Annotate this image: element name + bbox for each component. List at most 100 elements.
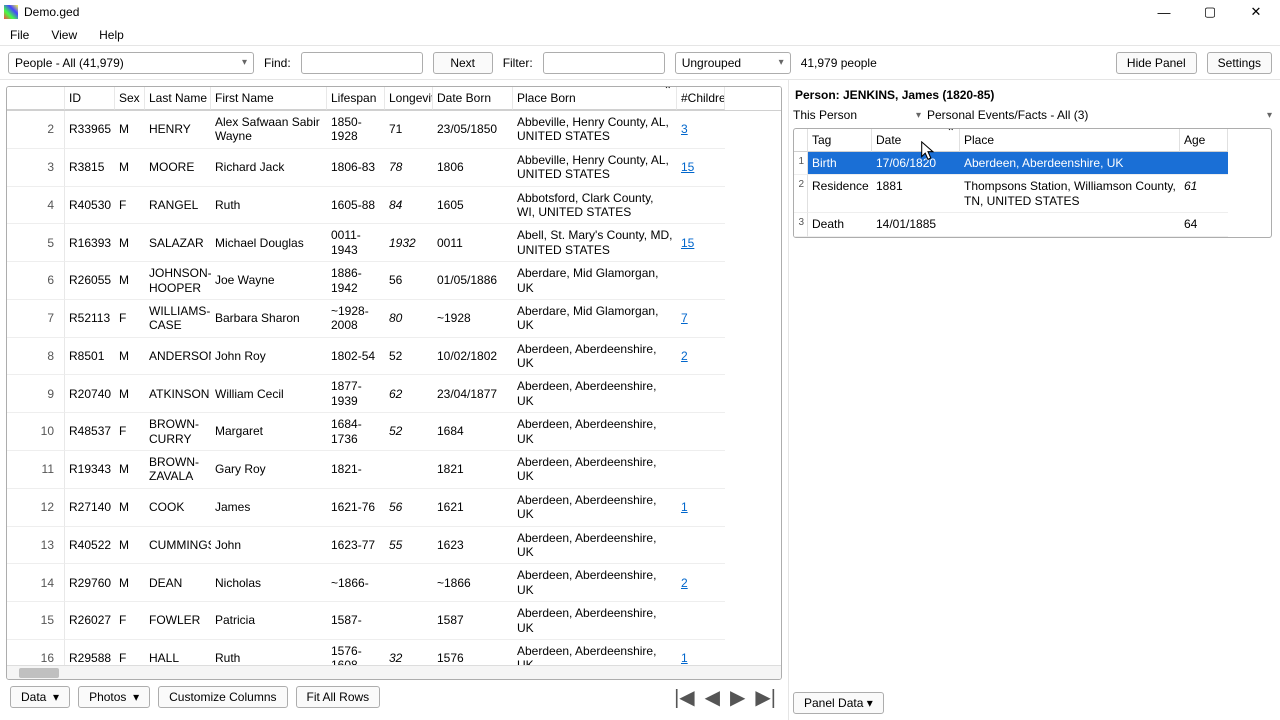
cell: 14/01/1885 <box>872 213 960 236</box>
event-row[interactable]: 2Residence1881Thompsons Station, William… <box>794 175 1271 213</box>
first-record-button[interactable]: |◀ <box>672 685 697 710</box>
table-row[interactable]: 13R40522MCUMMINGSJohn1623-77551623Aberde… <box>7 527 781 565</box>
cell <box>960 213 1180 236</box>
table-row[interactable]: 15R26027FFOWLERPatricia1587-1587Aberdeen… <box>7 602 781 640</box>
chevron-down-icon: ▾ <box>916 110 921 121</box>
data-dropdown[interactable]: Data ▾ <box>10 686 70 708</box>
table-row[interactable]: 2R33965MHENRYAlex Safwaan Sabir Wayne185… <box>7 111 781 149</box>
events-grid-header[interactable]: TagDatePlaceAge <box>794 129 1271 152</box>
find-input[interactable] <box>301 52 423 74</box>
events-grid[interactable]: TagDatePlaceAge 1Birth17/06/1820Aberdeen… <box>793 128 1272 238</box>
cell: Aberdeen, Aberdeenshire, UK <box>960 152 1180 175</box>
column-header[interactable]: Date <box>872 129 960 152</box>
cell: F <box>115 413 145 451</box>
table-row[interactable]: 11R19343MBROWN-ZAVALAGary Roy1821-1821Ab… <box>7 451 781 489</box>
people-filter-combo[interactable]: People - All (41,979) ▾ <box>8 52 254 74</box>
children-link[interactable]: 2 <box>677 564 725 602</box>
hide-panel-button[interactable]: Hide Panel <box>1116 52 1197 74</box>
events-grid-body[interactable]: 1Birth17/06/1820Aberdeen, Aberdeenshire,… <box>794 152 1271 237</box>
event-filter-combo[interactable]: Personal Events/Facts - All (3) ▾ <box>927 108 1272 122</box>
customize-columns-button[interactable]: Customize Columns <box>158 686 287 708</box>
last-record-button[interactable]: ▶| <box>753 685 778 710</box>
cell: Nicholas <box>211 564 327 602</box>
cell: 1932 <box>385 224 433 262</box>
fit-all-rows-button[interactable]: Fit All Rows <box>296 686 381 708</box>
column-header[interactable]: Place <box>960 129 1180 152</box>
cell: Thompsons Station, Williamson County, TN… <box>960 175 1180 213</box>
column-header[interactable]: Tag <box>808 129 872 152</box>
prev-record-button[interactable]: ◀ <box>703 685 722 710</box>
grouping-combo[interactable]: Ungrouped ▾ <box>675 52 791 74</box>
column-header[interactable]: Last Name <box>145 87 211 110</box>
menu-help[interactable]: Help <box>95 26 128 44</box>
people-grid[interactable]: IDSexLast NameFirst NameLifespanLongevit… <box>6 86 782 680</box>
minimize-button[interactable]: ― <box>1150 2 1178 22</box>
cell: 78 <box>385 149 433 187</box>
table-row[interactable]: 8R8501MANDERSONJohn Roy1802-545210/02/18… <box>7 338 781 376</box>
table-row[interactable]: 10R48537FBROWN-CURRYMargaret1684-1736521… <box>7 413 781 451</box>
event-row[interactable]: 1Birth17/06/1820Aberdeen, Aberdeenshire,… <box>794 152 1271 175</box>
children-link[interactable]: 15 <box>677 224 725 262</box>
column-header[interactable]: ID <box>65 87 115 110</box>
cell: William Cecil <box>211 375 327 413</box>
table-row[interactable]: 5R16393MSALAZARMichael Douglas0011-19431… <box>7 224 781 262</box>
maximize-button[interactable]: ▢ <box>1196 2 1224 22</box>
cell: Richard Jack <box>211 149 327 187</box>
settings-button[interactable]: Settings <box>1207 52 1272 74</box>
people-pane: IDSexLast NameFirst NameLifespanLongevit… <box>0 80 788 720</box>
column-header[interactable]: First Name <box>211 87 327 110</box>
table-row[interactable]: 4R40530FRANGELRuth1605-88841605Abbotsfor… <box>7 187 781 225</box>
menu-view[interactable]: View <box>47 26 81 44</box>
toolbar: People - All (41,979) ▾ Find: Next Filte… <box>0 46 1280 80</box>
table-row[interactable]: 6R26055MJOHNSON-HOOPERJoe Wayne1886-1942… <box>7 262 781 300</box>
column-header[interactable]: Sex <box>115 87 145 110</box>
column-header[interactable]: Date Born <box>433 87 513 110</box>
column-header[interactable]: Longevity <box>385 87 433 110</box>
cell: R20740 <box>65 375 115 413</box>
table-row[interactable]: 3R3815MMOORERichard Jack1806-83781806Abb… <box>7 149 781 187</box>
event-row[interactable]: 3Death14/01/188564 <box>794 213 1271 236</box>
column-header[interactable]: Place Born <box>513 87 677 110</box>
cell: R48537 <box>65 413 115 451</box>
children-link[interactable]: 1 <box>677 640 725 665</box>
table-row[interactable]: 16R29588FHALLRuth1576-1608321576Aberdeen… <box>7 640 781 665</box>
children-link[interactable]: 7 <box>677 300 725 338</box>
table-row[interactable]: 9R20740MATKINSONWilliam Cecil1877-193962… <box>7 375 781 413</box>
panel-data-dropdown[interactable]: Panel Data ▾ <box>793 692 884 714</box>
children-link[interactable]: 1 <box>677 489 725 527</box>
scrollbar-thumb[interactable] <box>19 668 59 678</box>
grid-header[interactable]: IDSexLast NameFirst NameLifespanLongevit… <box>7 87 781 111</box>
children-link[interactable]: 3 <box>677 111 725 149</box>
next-button[interactable]: Next <box>433 52 493 74</box>
column-header[interactable] <box>7 87 65 110</box>
cell: ~1866 <box>433 564 513 602</box>
photos-dropdown[interactable]: Photos ▾ <box>78 686 150 708</box>
cell: M <box>115 564 145 602</box>
column-header[interactable]: #Children <box>677 87 725 110</box>
cell: Birth <box>808 152 872 175</box>
row-number: 11 <box>7 451 65 489</box>
filter-input[interactable] <box>543 52 665 74</box>
menu-file[interactable]: File <box>6 26 33 44</box>
children-link[interactable]: 15 <box>677 149 725 187</box>
close-button[interactable]: ✕ <box>1242 2 1270 22</box>
table-row[interactable]: 7R52113FWILLIAMS-CASEBarbara Sharon~1928… <box>7 300 781 338</box>
next-record-button[interactable]: ▶ <box>728 685 747 710</box>
column-header[interactable]: Age <box>1180 129 1228 152</box>
cell: 1806 <box>433 149 513 187</box>
table-row[interactable]: 14R29760MDEANNicholas~1866-~1866Aberdeen… <box>7 564 781 602</box>
scope-combo[interactable]: This Person ▾ <box>793 108 921 122</box>
cell <box>677 451 725 489</box>
cell <box>677 602 725 640</box>
grid-body[interactable]: 2R33965MHENRYAlex Safwaan Sabir Wayne185… <box>7 111 781 665</box>
row-number: 16 <box>7 640 65 665</box>
column-header[interactable] <box>794 129 808 152</box>
table-row[interactable]: 12R27140MCOOKJames1621-76561621Aberdeen,… <box>7 489 781 527</box>
cell: Aberdeen, Aberdeenshire, UK <box>513 375 677 413</box>
chevron-down-icon: ▾ <box>1267 110 1272 121</box>
cell: R26055 <box>65 262 115 300</box>
cell: 1821- <box>327 451 385 489</box>
horizontal-scrollbar[interactable] <box>7 665 781 679</box>
column-header[interactable]: Lifespan <box>327 87 385 110</box>
children-link[interactable]: 2 <box>677 338 725 376</box>
